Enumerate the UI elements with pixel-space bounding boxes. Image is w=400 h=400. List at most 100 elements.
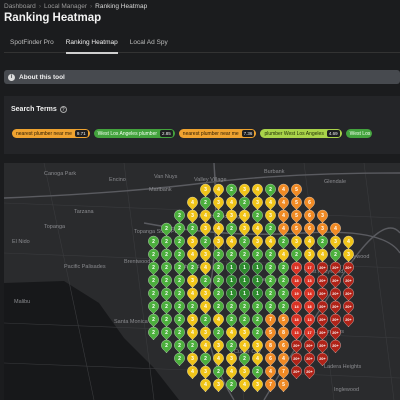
pin-rank: 4 [204,265,207,271]
pin-rank: 2 [282,239,285,245]
pin-rank: 2 [204,200,207,206]
map-place-label: Glendale [324,179,346,185]
pin-rank: 4 [308,239,311,245]
breadcrumb-dashboard[interactable]: Dashboard [4,3,36,10]
pin-rank: 2 [282,265,285,271]
pin-rank: 2 [204,356,207,362]
pin-rank: 2 [165,291,168,297]
pin-rank: 2 [217,278,220,284]
pin-rank: 2 [230,304,233,310]
pin-rank: 2 [230,252,233,258]
pin-rank: 5 [295,226,298,232]
pin-rank: 1 [256,278,259,284]
tab-spotfinder-pro[interactable]: SpotFinder Pro [4,33,60,53]
pin-rank: 3 [204,226,207,232]
pin-rank: 20+ [345,318,352,322]
pin-rank: 2 [178,343,181,349]
pin-rank: 20+ [306,344,313,348]
pin-rank: 20+ [319,266,326,270]
pin-rank: 20+ [293,344,300,348]
search-term-chip[interactable]: nearest plumber near me 7.36 [178,129,257,138]
pin-rank: 2 [178,330,181,336]
pin-rank: 2 [152,265,155,271]
pin-rank: 2 [191,265,194,271]
heatmap-map[interactable]: Canoga Park Encino Van Nuys Valley Village B… [3,162,400,400]
pin-rank: 4 [204,213,207,219]
pin-rank: 6 [308,213,311,219]
map-canvas[interactable]: Canoga Park Encino Van Nuys Valley Village B… [3,162,400,400]
chip-text: plumber West Los Angeles [264,130,324,137]
about-label: About this tool [19,73,65,81]
pin-rank: 2 [256,304,259,310]
pin-rank: 2 [152,278,155,284]
search-terms-label: Search Terms [11,106,57,113]
pin-rank: 4 [282,252,285,258]
pin-rank: 3 [321,213,324,219]
tab-local-ad-spy[interactable]: Local Ad Spy [124,33,174,53]
pin-rank: 3 [243,330,246,336]
pin-rank: 2 [217,330,220,336]
pin-rank: 7 [269,382,272,388]
help-icon[interactable]: ? [59,106,67,113]
search-term-chip[interactable]: nearest plumber near me 9.71 [12,129,90,138]
pin-rank: 2 [165,330,168,336]
pin-rank: 2 [178,291,181,297]
pin-rank: 3 [204,369,207,375]
about-tool-toggle[interactable]: i About this tool [4,70,400,84]
pin-rank: 2 [165,278,168,284]
pin-rank: 3 [191,317,194,323]
chip-badge: 2.85 [160,130,173,137]
pin-rank: 3 [295,239,298,245]
pin-rank: 4 [191,369,194,375]
pin-rank: 20+ [332,305,339,309]
tab-ranking-heatmap[interactable]: Ranking Heatmap [60,33,124,54]
pin-rank: 2 [178,317,181,323]
pin-rank: 2 [217,369,220,375]
pin-rank: 4 [282,200,285,206]
pin-rank: 4 [230,200,233,206]
pin-rank: 17 [307,266,311,270]
pin-rank: 2 [152,239,155,245]
pin-rank: 2 [165,304,168,310]
pin-rank: 4 [217,187,220,193]
pin-rank: 4 [243,382,246,388]
pin-rank: 2 [165,343,168,349]
search-term-chip[interactable]: plumber West Los Angeles 4.69 [260,129,342,138]
pin-rank: 20+ [332,344,339,348]
pin-rank: 20+ [293,370,300,374]
pin-rank: 20+ [332,318,339,322]
pin-rank: 2 [282,278,285,284]
pin-rank: 2 [230,382,233,388]
breadcrumb-separator: › [38,3,41,10]
pin-rank: 4 [191,291,194,297]
pin-rank: 2 [269,304,272,310]
pin-rank: 6 [308,226,311,232]
pin-rank: 4 [191,252,194,258]
pin-rank: 4 [282,213,285,219]
map-place-label: Marlbank [149,187,172,193]
pin-rank: 2 [230,187,233,193]
breadcrumb-local-manager[interactable]: Local Manager [44,3,87,10]
pin-rank: 20+ [319,331,326,335]
pin-rank: 20+ [332,279,339,283]
pin-rank: 2 [217,304,220,310]
breadcrumb-separator: › [89,3,93,10]
chip-text: West Los [349,130,371,137]
search-term-chip[interactable]: West Los [345,129,373,138]
pin-rank: 2 [178,304,181,310]
pin-rank: 3 [243,187,246,193]
pin-rank: 4 [334,226,337,232]
pin-rank: 2 [230,226,233,232]
search-term-chip[interactable]: West Los Angeles plumber 2.85 [93,129,175,138]
pin-rank: 2 [152,304,155,310]
pin-rank: 3 [256,239,259,245]
pin-rank: 20+ [319,357,326,361]
pin-rank: 4 [230,369,233,375]
pin-rank: 4 [282,226,285,232]
pin-rank: 3 [256,343,259,349]
pin-rank: 1 [243,278,246,284]
chip-text: West Los Angeles plumber [97,130,158,137]
pin-rank: 3 [347,252,350,258]
map-place-label: Burbank [264,169,285,175]
search-terms-title: Search Terms ? [11,106,67,113]
